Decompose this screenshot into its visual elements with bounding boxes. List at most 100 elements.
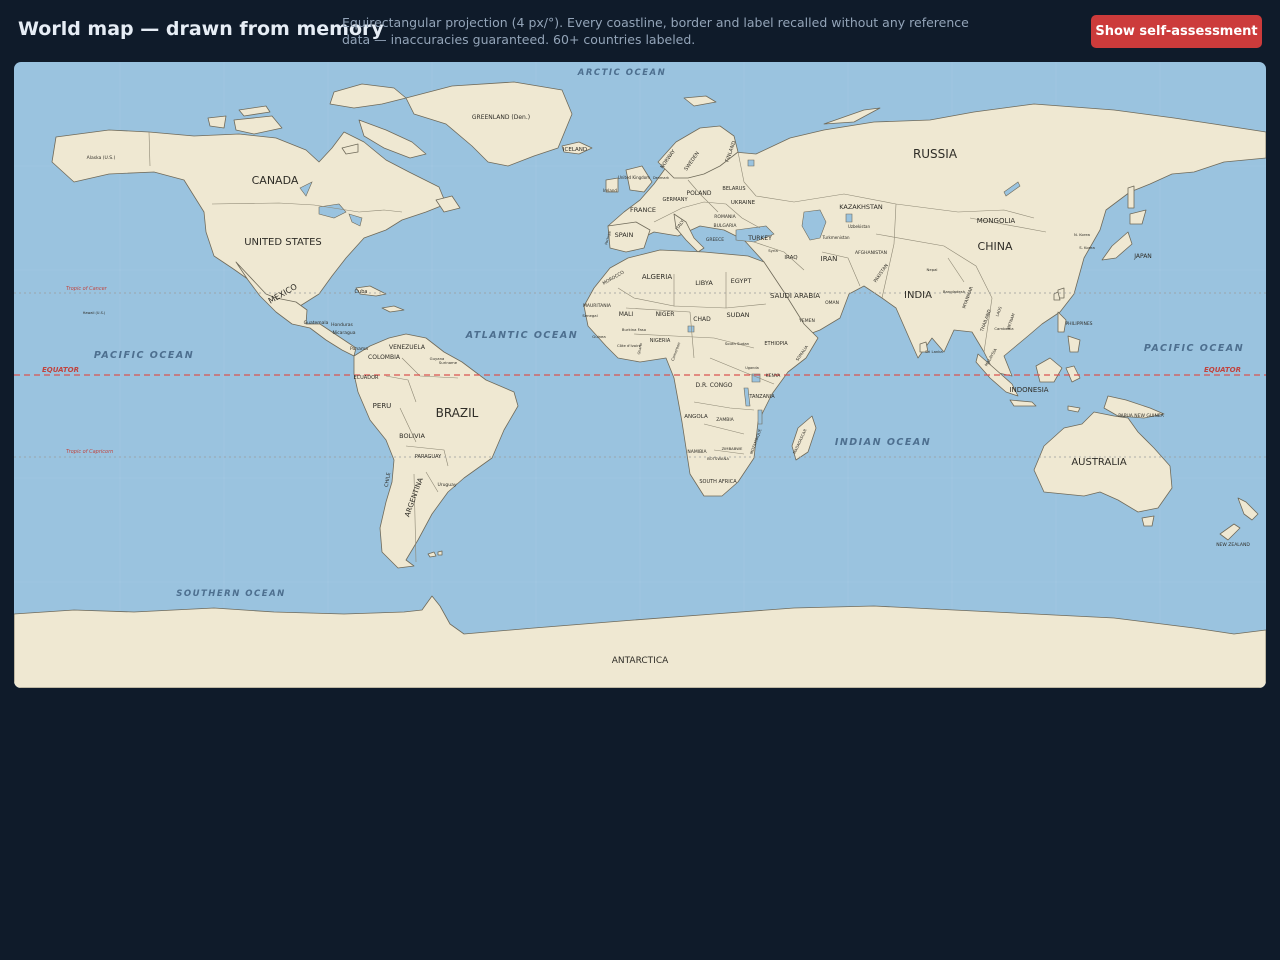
- label-new-zealand: NEW ZEALAND: [1216, 542, 1250, 548]
- equator-label-right: EQUATOR: [1204, 366, 1241, 374]
- label-peru: PERU: [373, 402, 392, 410]
- label-nepal: Nepal: [927, 267, 938, 272]
- label-dr-congo: D.R. CONGO: [695, 382, 732, 389]
- header-bar: World map — drawn from memory Equirectan…: [0, 0, 1280, 62]
- aral-sea: [845, 213, 853, 223]
- label-namibia: NAMIBIA: [687, 449, 707, 455]
- label-brazil: BRAZIL: [436, 406, 479, 420]
- page-description: Equirectangular projection (4 px/°). Eve…: [342, 15, 969, 47]
- caspian-lake: [747, 159, 755, 167]
- label-france: FRANCE: [630, 206, 656, 214]
- label-yemen: YEMEN: [798, 318, 815, 324]
- label-tanzania: TANZANIA: [748, 394, 775, 400]
- label-saudi-arabia: SAUDI ARABIA: [770, 292, 820, 300]
- label-cuba: Cuba: [355, 289, 368, 295]
- label-guinea: Guinea: [592, 334, 605, 339]
- label-ecuador: ECUADOR: [354, 375, 380, 381]
- label-algeria: ALGERIA: [642, 273, 672, 281]
- label-suriname: Suriname: [439, 360, 458, 365]
- pacific-ocean-west-label: PACIFIC OCEAN: [94, 350, 194, 361]
- label-antarctica: ANTARCTICA: [612, 656, 669, 666]
- label-ukraine: UKRAINE: [731, 200, 756, 206]
- label-ireland: Ireland: [603, 188, 617, 193]
- world-map: ARCTIC OCEAN ATLANTIC OCEAN PACIFIC OCEA…: [14, 62, 1266, 688]
- label-iceland: ICELAND: [563, 147, 587, 153]
- label-south-korea: S. Korea: [1079, 245, 1095, 250]
- label-uk: United Kingdom: [618, 175, 650, 180]
- label-turkmenistan: Turkmenistan: [822, 235, 850, 240]
- equator-label-left: EQUATOR: [42, 366, 79, 374]
- arctic-island-4: [207, 115, 227, 129]
- label-colombia: COLOMBIA: [368, 354, 401, 361]
- label-niger: NIGER: [656, 311, 675, 318]
- label-zimbabwe: ZIMBABWE: [722, 446, 743, 451]
- label-south-africa: SOUTH AFRICA: [699, 479, 737, 485]
- label-cambodia: Cambodia: [994, 326, 1013, 331]
- label-japan: JAPAN: [1133, 253, 1152, 260]
- label-panama: Panama: [350, 346, 368, 352]
- label-canada: CANADA: [252, 174, 299, 187]
- label-papua-new-guinea: PAPUA NEW GUINEA: [1118, 413, 1164, 419]
- label-iraq: IRAQ: [784, 255, 798, 261]
- label-botswana: BOTSWANA: [707, 456, 729, 461]
- label-oman: OMAN: [825, 300, 839, 306]
- label-mongolia: MONGOLIA: [977, 217, 1016, 225]
- arctic-ocean-label: ARCTIC OCEAN: [577, 68, 666, 78]
- label-nigeria: NIGERIA: [650, 338, 671, 344]
- label-belarus: BELARUS: [722, 186, 745, 192]
- label-mali: MALI: [619, 311, 634, 318]
- label-poland: POLAND: [686, 190, 711, 197]
- label-mauritania: MAURITANIA: [583, 303, 612, 309]
- label-hawaii: Hawaii (U.S.): [83, 311, 106, 315]
- label-denmark: Denmark: [653, 176, 670, 180]
- label-usa: UNITED STATES: [244, 237, 322, 248]
- label-greece: GREECE: [706, 237, 724, 243]
- label-uzbekistan: Uzbekistan: [848, 224, 871, 229]
- label-chad: CHAD: [693, 316, 711, 323]
- label-iran: IRAN: [821, 255, 838, 263]
- label-china: CHINA: [978, 240, 1013, 253]
- label-syria: Syria: [768, 248, 778, 253]
- tasmania-island: [1141, 515, 1155, 527]
- tropic-of-capricorn-label: Tropic of Capricorn: [66, 449, 113, 455]
- label-kazakhstan: KAZAKHSTAN: [839, 203, 883, 211]
- label-ethiopia: ETHIOPIA: [764, 341, 788, 347]
- label-australia: AUSTRALIA: [1071, 457, 1127, 468]
- atlantic-ocean-label: ATLANTIC OCEAN: [465, 330, 578, 341]
- label-indonesia: INDONESIA: [1009, 386, 1048, 394]
- label-turkey: TURKEY: [747, 235, 772, 242]
- label-uganda: Uganda: [745, 366, 759, 370]
- indian-ocean-label: INDIAN OCEAN: [835, 437, 931, 448]
- label-guatemala: Guatemala: [304, 320, 329, 326]
- label-burkina-faso: Burkina Faso: [622, 327, 647, 332]
- label-greenland: GREENLAND (Den.): [472, 114, 530, 121]
- label-india: INDIA: [904, 290, 932, 301]
- label-afghanistan: AFGHANISTAN: [855, 250, 887, 256]
- label-angola: ANGOLA: [684, 414, 708, 420]
- label-romania: ROMANIA: [714, 214, 736, 220]
- sakhalin-island: [1127, 185, 1135, 209]
- label-russia: RUSSIA: [913, 147, 958, 161]
- label-honduras: Honduras: [331, 322, 353, 328]
- label-north-korea: N. Korea: [1074, 232, 1090, 237]
- label-kenya: KENYA: [766, 373, 782, 379]
- label-spain: SPAIN: [615, 231, 634, 239]
- tropic-of-cancer-label: Tropic of Cancer: [66, 286, 108, 292]
- label-nicaragua: Nicaragua: [333, 330, 356, 336]
- label-zambia: ZAMBIA: [716, 417, 734, 423]
- label-senegal: Senegal: [582, 313, 597, 318]
- label-venezuela: VENEZUELA: [389, 344, 426, 351]
- pacific-ocean-east-label: PACIFIC OCEAN: [1144, 343, 1244, 354]
- label-bolivia: BOLIVIA: [399, 432, 425, 440]
- label-bulgaria: BULGARIA: [714, 223, 738, 229]
- label-paraguay: PARAGUAY: [415, 454, 442, 460]
- label-egypt: EGYPT: [731, 277, 752, 285]
- southern-ocean-label: SOUTHERN OCEAN: [176, 589, 286, 599]
- label-sudan: SUDAN: [726, 311, 749, 319]
- label-alaska: Alaska (U.S.): [87, 155, 116, 161]
- map-svg: ARCTIC OCEAN ATLANTIC OCEAN PACIFIC OCEA…: [14, 62, 1266, 688]
- label-sri-lanka: Sri Lanka: [925, 349, 943, 354]
- label-germany: GERMANY: [662, 197, 688, 203]
- show-self-assessment-button[interactable]: Show self-assessment: [1091, 15, 1262, 48]
- page-title: World map — drawn from memory: [18, 18, 384, 40]
